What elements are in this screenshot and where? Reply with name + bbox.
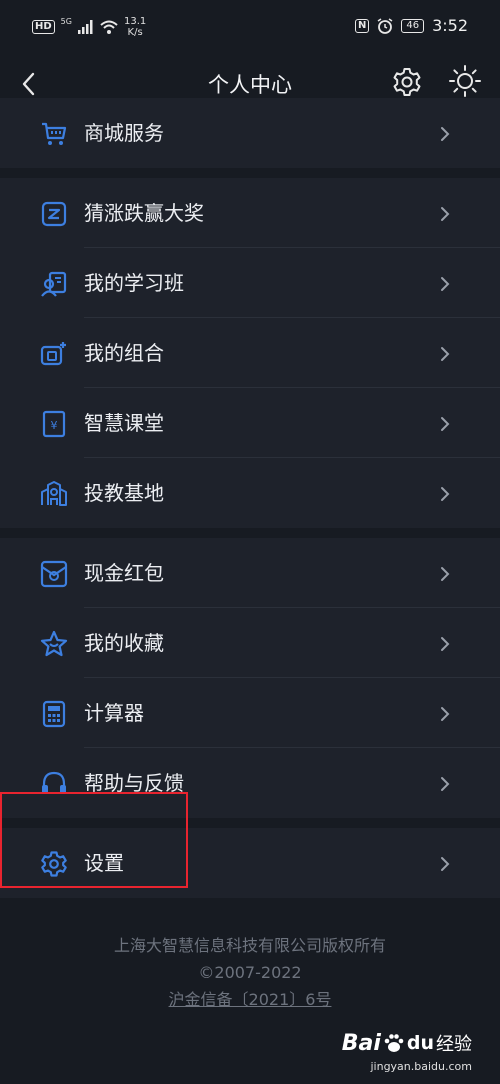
- status-bar: HD 5G 13.1 K/s N 46 3:52: [0, 0, 500, 56]
- menu-item-label: 我的组合: [84, 341, 164, 365]
- icp-license-link[interactable]: 沪金信备〔2021〕6号: [0, 986, 500, 1013]
- signal-icon: [77, 20, 93, 34]
- baidu-jingyan-watermark: Bai du 经验: [341, 1030, 472, 1056]
- network-type: 5G: [60, 17, 72, 26]
- svg-text:¥: ¥: [51, 419, 58, 432]
- cart-icon: [42, 122, 67, 145]
- star-icon: [40, 630, 68, 657]
- watermark-url: jingyan.baidu.com: [370, 1060, 472, 1073]
- chevron-right-icon: [441, 637, 450, 651]
- menu-item-smart-classroom[interactable]: ¥ 智慧课堂: [0, 388, 500, 458]
- menu-item-label: 我的收藏: [84, 631, 164, 655]
- page-title: 个人中心: [208, 73, 292, 97]
- menu-item-label: 智慧课堂: [84, 411, 164, 435]
- nfc-icon: N: [354, 18, 370, 33]
- menu-item-cash-red-envelope[interactable]: 现金红包: [0, 538, 500, 608]
- footer: 上海大智慧信息科技有限公司版权所有 ©2007-2022 沪金信备〔2021〕6…: [0, 932, 500, 1013]
- calculator-icon: [42, 700, 66, 728]
- menu-item-mall-service[interactable]: 商城服务: [0, 98, 500, 168]
- portfolio-icon: [40, 342, 66, 366]
- menu-item-label: 猜涨跌赢大奖: [84, 201, 204, 225]
- menu-group-learning: 猜涨跌赢大奖 我的学习班 我的组合 ¥ 智慧课堂 投教基地: [0, 178, 500, 528]
- highlight-box: [0, 792, 188, 888]
- menu-group-tools: 现金红包 我的收藏 计算器 帮助与反馈: [0, 538, 500, 818]
- chevron-right-icon: [441, 777, 450, 791]
- menu-item-my-favorites[interactable]: 我的收藏: [0, 608, 500, 678]
- menu-item-my-study-class[interactable]: 我的学习班: [0, 248, 500, 318]
- menu-item-label: 投教基地: [84, 481, 164, 505]
- chevron-right-icon: [441, 707, 450, 721]
- wifi-icon: [100, 20, 118, 34]
- gear-icon[interactable]: [391, 66, 423, 98]
- paw-icon: [384, 1034, 404, 1052]
- menu-item-label: 商城服务: [84, 121, 164, 145]
- study-class-icon: [41, 271, 67, 297]
- sun-icon[interactable]: [448, 64, 482, 98]
- chevron-right-icon: [441, 487, 450, 501]
- menu-item-education-base[interactable]: 投教基地: [0, 458, 500, 528]
- red-envelope-icon: [40, 560, 68, 588]
- chevron-right-icon: [441, 417, 450, 431]
- chevron-right-icon: [441, 567, 450, 581]
- chevron-right-icon: [441, 127, 450, 141]
- menu-item-label: 计算器: [84, 701, 144, 725]
- menu-item-calculator[interactable]: 计算器: [0, 678, 500, 748]
- chevron-right-icon: [441, 347, 450, 361]
- menu-item-my-portfolio[interactable]: 我的组合: [0, 318, 500, 388]
- alarm-icon: [377, 17, 393, 34]
- copyright-text: 上海大智慧信息科技有限公司版权所有: [113, 936, 386, 955]
- battery-icon: 46: [401, 18, 425, 33]
- smart-classroom-icon: ¥: [42, 410, 66, 438]
- network-speed: 13.1 K/s: [123, 16, 147, 38]
- chevron-right-icon: [441, 857, 450, 871]
- menu-item-guess-rise-fall[interactable]: 猜涨跌赢大奖: [0, 178, 500, 248]
- rise-fall-icon: [41, 201, 67, 227]
- chevron-right-icon: [441, 207, 450, 221]
- hd-indicator: HD: [32, 20, 55, 34]
- menu-item-label: 现金红包: [84, 561, 164, 585]
- clock: 3:52: [432, 16, 468, 35]
- chevron-right-icon: [441, 277, 450, 291]
- menu-group-mall: 商城服务: [0, 98, 500, 168]
- menu-item-label: 我的学习班: [84, 271, 184, 295]
- copyright-years: ©2007-2022: [198, 963, 302, 982]
- education-base-icon: [41, 481, 67, 506]
